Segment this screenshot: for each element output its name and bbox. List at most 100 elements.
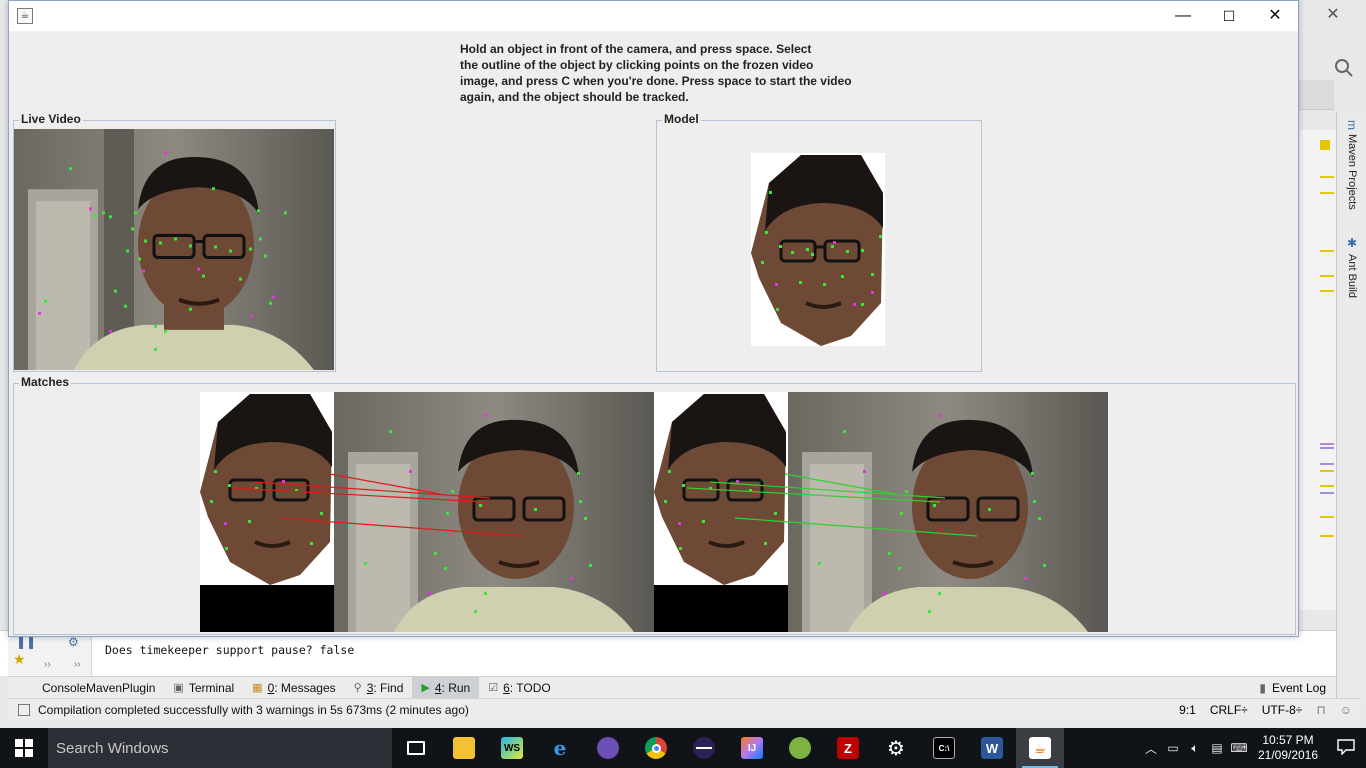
webstorm-icon: WS (501, 737, 523, 759)
pause-icon[interactable]: ❚❚ (16, 635, 36, 649)
command-prompt-icon: C:\ (933, 737, 955, 759)
instructions-line: again, and the object should be tracked. (460, 90, 689, 104)
warning-marker (1320, 275, 1334, 277)
java-button[interactable]: ☕ (1016, 728, 1064, 768)
github-button[interactable] (584, 728, 632, 768)
battery-icon[interactable]: ▭ (1162, 741, 1184, 755)
change-marker (1320, 447, 1334, 449)
filezilla-button[interactable]: Z (824, 728, 872, 768)
favorites-star-icon[interactable]: ★ (13, 651, 26, 668)
instructions-line: the outline of the object by clicking po… (460, 58, 814, 72)
live-video-feed[interactable] (14, 129, 334, 370)
file-encoding[interactable]: UTF-8÷ (1262, 703, 1303, 717)
model-label: Model (662, 112, 701, 126)
tab-label: 0: Messages (268, 681, 336, 695)
ant-build-tab[interactable]: ✱ Ant Build (1341, 236, 1363, 298)
event-log-label: Event Log (1271, 681, 1326, 695)
minimize-button[interactable]: — (1160, 1, 1206, 31)
caret-position[interactable]: 9:1 (1179, 703, 1196, 717)
instructions-text: Hold an object in front of the camera, a… (460, 41, 880, 105)
taskbar-search-box[interactable]: Search Windows (48, 728, 392, 768)
volume-icon[interactable]: 🔈︎ (1184, 741, 1206, 756)
tab-label: 4: Run (435, 681, 470, 695)
notifications-button[interactable] (1326, 738, 1366, 758)
tab-todo[interactable]: ☑ 6: TODO (479, 677, 559, 699)
settings-button[interactable]: ⚙ (872, 728, 920, 768)
terminal-icon: ▣ (173, 682, 184, 694)
warning-marker (1320, 176, 1334, 178)
chrome-button[interactable] (632, 728, 680, 768)
instructions-line: Hold an object in front of the camera, a… (460, 42, 812, 56)
expand-icon[interactable]: ›› (44, 659, 51, 670)
webstorm-button[interactable]: WS (488, 728, 536, 768)
clock-time: 10:57 PM (1262, 733, 1314, 747)
tab-label: 6: TODO (503, 681, 551, 695)
tab-terminal[interactable]: ▣ Terminal (164, 677, 243, 699)
settings-icon[interactable]: ⚙ (68, 635, 79, 649)
maven-icon: m (1345, 120, 1359, 130)
tab-label-text: : Messages (274, 680, 336, 695)
ide-toolbar-strip (1298, 80, 1334, 110)
tab-messages[interactable]: ▦ 0: Messages (243, 677, 344, 699)
event-log-icon: ▮ (1259, 681, 1266, 695)
word-button[interactable]: W (968, 728, 1016, 768)
command-prompt-button[interactable]: C:\ (920, 728, 968, 768)
word-icon: W (981, 737, 1003, 759)
warning-marker (1320, 290, 1334, 292)
lock-icon[interactable]: ⊓ (1316, 703, 1325, 717)
tool-window-tabs: ConsoleMavenPlugin ▣ Terminal ▦ 0: Messa… (8, 676, 1336, 699)
tab-label: ConsoleMavenPlugin (42, 680, 156, 695)
messages-icon: ▦ (252, 682, 263, 694)
expand-icon[interactable]: ›› (74, 659, 81, 670)
keyboard-icon[interactable]: ⌨ (1228, 741, 1250, 755)
android-studio-button[interactable] (776, 728, 824, 768)
start-button[interactable] (0, 728, 48, 768)
window-titlebar: ☕ — ☐ ✕ (9, 1, 1298, 31)
chrome-icon (645, 737, 667, 759)
inspector-icon[interactable]: ☺ (1340, 703, 1352, 717)
instructions-line: image, and press C when you're done. Pre… (460, 74, 852, 88)
maven-projects-tab[interactable]: m Maven Projects (1341, 120, 1363, 210)
warning-marker (1320, 250, 1334, 252)
tab-find[interactable]: ⚲ 3: Find (345, 677, 413, 699)
file-explorer-button[interactable] (440, 728, 488, 768)
tab-run[interactable]: ▶ 4: Run (412, 676, 480, 699)
ide-close-icon[interactable]: ✕ (1320, 4, 1346, 26)
change-marker (1320, 463, 1334, 465)
java-icon: ☕ (1029, 737, 1051, 759)
task-view-icon (407, 741, 425, 755)
android-studio-icon (789, 737, 811, 759)
settings-gear-icon: ⚙ (887, 737, 905, 760)
chevron-up-icon[interactable]: ︿ (1140, 740, 1162, 757)
clock[interactable]: 10:57 PM 21/09/2016 (1250, 733, 1326, 763)
tab-label: 3: Find (367, 681, 404, 695)
edge-button[interactable]: e (536, 728, 584, 768)
ant-icon: ✱ (1345, 236, 1359, 250)
search-placeholder: Search Windows (56, 739, 169, 757)
matches-image (200, 392, 1108, 632)
network-icon[interactable]: ▤ (1206, 741, 1228, 755)
tab-label-text: : Run (441, 680, 471, 695)
change-marker (1320, 443, 1334, 445)
eclipse-icon (693, 737, 715, 759)
eclipse-button[interactable] (680, 728, 728, 768)
model-image[interactable] (751, 153, 885, 346)
warning-marker (1320, 516, 1334, 518)
tab-console-maven-plugin[interactable]: ConsoleMavenPlugin (8, 677, 164, 699)
close-button[interactable]: ✕ (1252, 1, 1298, 31)
maximize-button[interactable]: ☐ (1206, 1, 1252, 31)
line-separator[interactable]: CRLF÷ (1210, 703, 1248, 717)
warning-marker (1320, 192, 1334, 194)
search-icon[interactable] (1332, 56, 1356, 80)
status-message[interactable]: Compilation completed successfully with … (38, 703, 469, 717)
object-tracker-window: ☕ — ☐ ✕ Hold an object in front of the c… (8, 0, 1299, 637)
warning-marker (1320, 535, 1334, 537)
todo-icon: ☑ (488, 682, 499, 694)
clock-date: 21/09/2016 (1257, 748, 1319, 762)
task-view-button[interactable] (392, 728, 440, 768)
event-log-tab[interactable]: ▮ Event Log (1259, 677, 1326, 699)
intellij-button[interactable]: IJ (728, 728, 776, 768)
tab-mnemonic: 6 (503, 680, 510, 695)
system-tray: ︿ ▭ 🔈︎ ▤ ⌨ 10:57 PM 21/09/2016 (1140, 728, 1366, 768)
toggle-tool-windows-icon[interactable] (18, 703, 30, 716)
